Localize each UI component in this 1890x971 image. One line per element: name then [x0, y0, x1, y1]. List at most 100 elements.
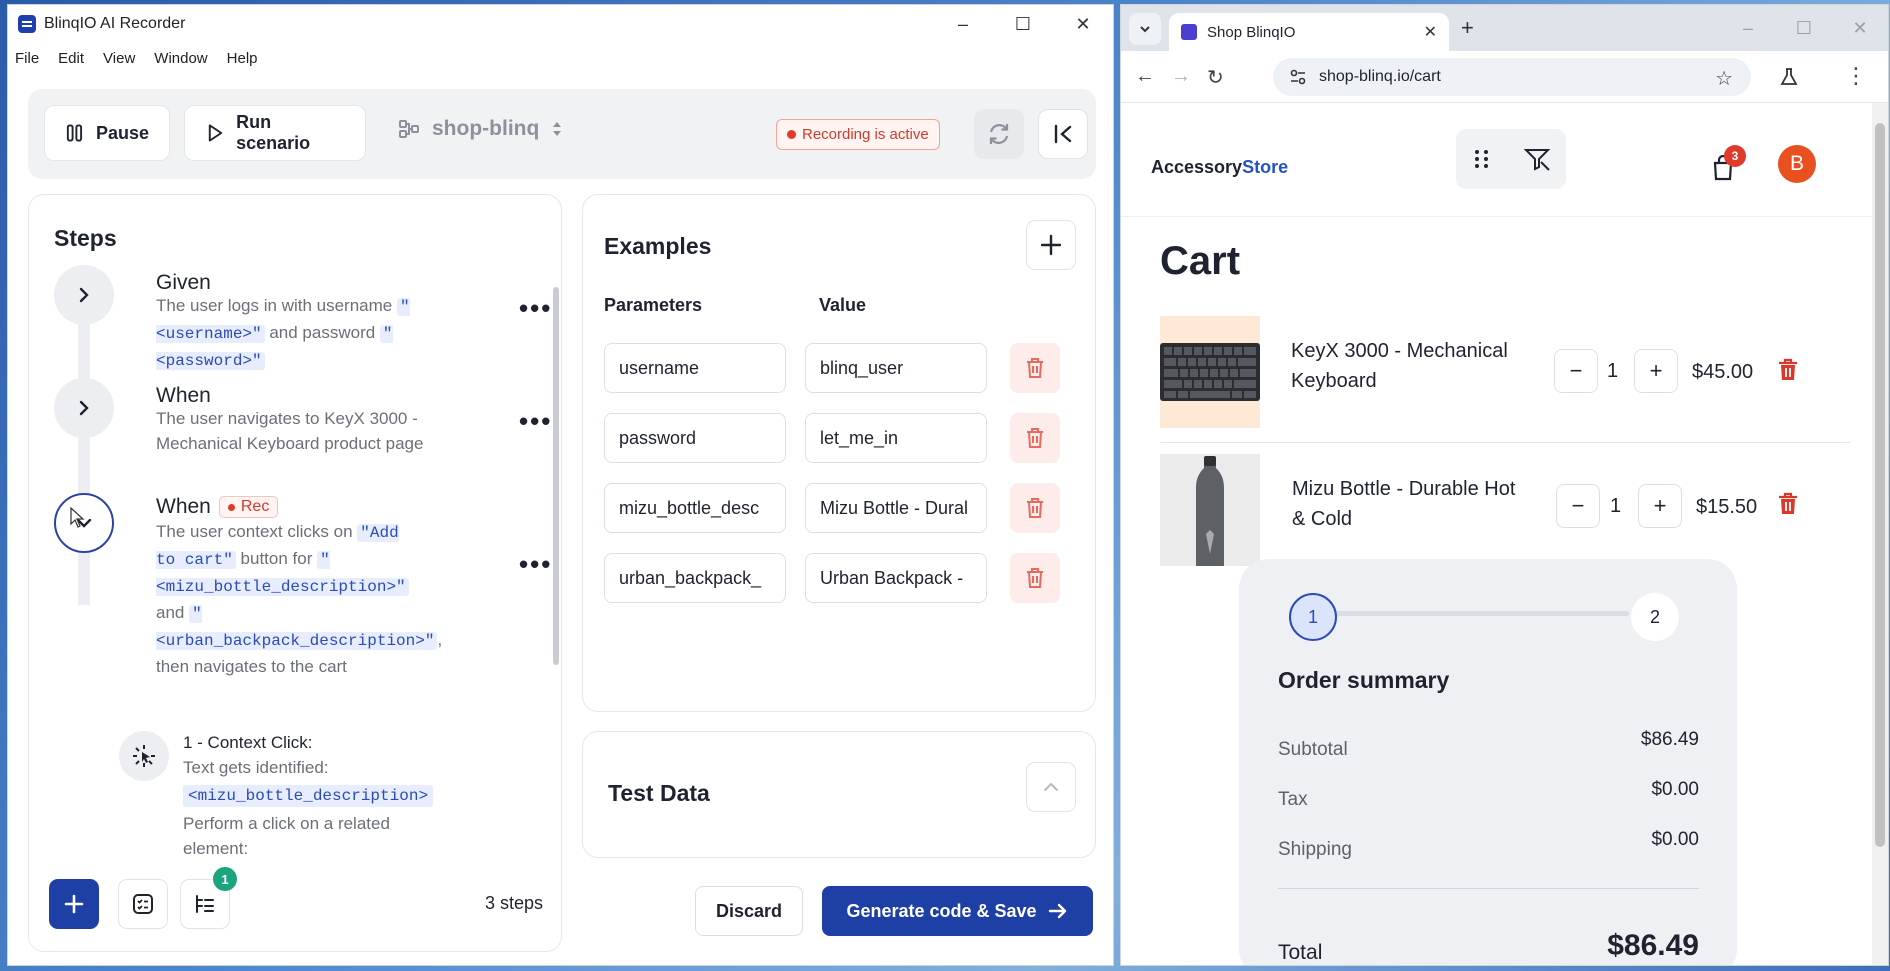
maximize-button[interactable]: ☐: [993, 5, 1053, 43]
project-selector[interactable]: shop-blinq: [398, 117, 575, 141]
mouse-cursor-icon: [70, 507, 85, 528]
browser-close-button[interactable]: ✕: [1832, 5, 1888, 51]
examples-title: Examples: [604, 233, 712, 259]
steps-list: Given The user logs in with username "<u…: [29, 265, 561, 859]
close-window-button[interactable]: ✕: [1053, 5, 1113, 43]
page-scrollbar[interactable]: [1872, 103, 1888, 965]
checklist-icon: [133, 894, 153, 914]
logo-part: Store: [1242, 157, 1289, 177]
collapse-panel-button[interactable]: [1038, 109, 1088, 159]
chevron-up-icon: [1044, 782, 1058, 791]
checkout-step-2[interactable]: 2: [1631, 593, 1679, 641]
scrollbar-thumb[interactable]: [1875, 123, 1885, 847]
item-name[interactable]: KeyX 3000 - Mechanical Keyboard: [1291, 336, 1521, 396]
add-example-button[interactable]: [1026, 220, 1076, 270]
site-info-icon: [1290, 69, 1306, 85]
generate-code-label: Generate code & Save: [846, 900, 1037, 921]
menu-file[interactable]: File: [15, 50, 39, 67]
browser-tab[interactable]: Shop BlinqIO ✕: [1169, 13, 1449, 51]
recorder-toolbar: Pause Run scenario shop-blinq Recording …: [28, 89, 1096, 179]
subtotal-value: $86.49: [1640, 729, 1699, 750]
pause-button[interactable]: Pause: [44, 105, 170, 161]
shop-logo[interactable]: AccessoryStore: [1151, 157, 1288, 178]
examples-panel: Examples Parameters Value username blinq…: [582, 194, 1096, 712]
forward-icon[interactable]: →: [1171, 65, 1191, 88]
play-icon: [208, 124, 223, 142]
delete-param-button[interactable]: [1010, 553, 1060, 603]
delete-param-button[interactable]: [1010, 413, 1060, 463]
menu-window[interactable]: Window: [154, 50, 207, 67]
increase-qty-button[interactable]: +: [1634, 349, 1678, 393]
toggle-test-data-button[interactable]: [1026, 762, 1076, 812]
cart-item: KeyX 3000 - Mechanical Keyboard − 1 + $4…: [1160, 316, 1850, 428]
bookmark-star-icon[interactable]: ☆: [1715, 66, 1733, 91]
expand-step-button[interactable]: [54, 378, 114, 438]
menu-edit[interactable]: Edit: [58, 50, 84, 67]
generate-code-save-button[interactable]: Generate code & Save: [822, 886, 1093, 936]
menu-help[interactable]: Help: [227, 50, 258, 67]
param-value-input[interactable]: Mizu Bottle - Dural: [805, 483, 987, 533]
browser-maximize-button[interactable]: ☐: [1776, 5, 1832, 51]
notification-badge: 1: [213, 867, 237, 891]
trash-icon: [1027, 358, 1043, 378]
close-tab-button[interactable]: ✕: [1424, 22, 1437, 42]
steps-scrollbar[interactable]: [553, 287, 559, 665]
step-keyword: Given: [156, 271, 211, 294]
checkout-step-1[interactable]: 1: [1289, 593, 1337, 641]
decrease-qty-button[interactable]: −: [1554, 349, 1598, 393]
recorder-window: BlinqIO AI Recorder – ☐ ✕ File Edit View…: [7, 4, 1114, 966]
run-scenario-label: Run scenario: [236, 112, 311, 153]
param-value-input[interactable]: blinq_user: [805, 343, 987, 393]
delete-item-icon[interactable]: [1777, 492, 1799, 516]
decrease-qty-button[interactable]: −: [1556, 484, 1600, 528]
filter-icon[interactable]: [1523, 146, 1551, 172]
param-value-input[interactable]: Urban Backpack -: [805, 553, 987, 603]
steps-panel: Steps Given The user logs in with userna…: [28, 194, 562, 952]
param-name-input[interactable]: mizu_bottle_desc: [604, 483, 786, 533]
back-icon[interactable]: ←: [1135, 65, 1155, 88]
substep-line: Text gets identified:: [183, 758, 329, 777]
item-divider: [1160, 442, 1850, 443]
step-text-part: The user context clicks on: [156, 522, 358, 541]
reload-icon[interactable]: ↻: [1207, 65, 1224, 90]
steps-track: [78, 315, 90, 605]
labs-flask-icon[interactable]: [1779, 67, 1799, 87]
param-value-input[interactable]: let_me_in: [805, 413, 987, 463]
item-name[interactable]: Mizu Bottle - Durable Hot & Cold: [1292, 474, 1522, 534]
tab-search-button[interactable]: [1129, 13, 1161, 45]
delete-param-button[interactable]: [1010, 343, 1060, 393]
menu-view[interactable]: View: [103, 50, 135, 67]
grid-dots-icon[interactable]: [1472, 148, 1492, 170]
item-qty: 1: [1610, 495, 1622, 517]
refresh-button[interactable]: [974, 109, 1024, 159]
param-name-input[interactable]: urban_backpack_: [604, 553, 786, 603]
param-chip: <mizu_bottle_description>: [183, 785, 434, 807]
shop-header: AccessoryStore 3 B: [1121, 103, 1874, 217]
browser-menu-icon[interactable]: ⋮: [1845, 63, 1867, 89]
discard-button[interactable]: Discard: [695, 886, 803, 936]
delete-item-icon[interactable]: [1777, 358, 1799, 382]
browser-minimize-button[interactable]: –: [1720, 5, 1776, 51]
expand-step-button[interactable]: [54, 265, 114, 325]
item-price: $45.00: [1692, 361, 1754, 383]
user-avatar[interactable]: B: [1778, 145, 1816, 183]
param-name-input[interactable]: username: [604, 343, 786, 393]
steps-footer: 1 3 steps: [29, 859, 561, 951]
step-menu-button[interactable]: •••: [519, 406, 552, 437]
add-step-button[interactable]: [49, 879, 99, 929]
chevron-right-icon: [79, 287, 89, 303]
new-tab-button[interactable]: +: [1461, 15, 1474, 41]
minimize-button[interactable]: –: [933, 5, 993, 43]
address-bar[interactable]: shop-blinq.io/cart ☆: [1273, 58, 1751, 96]
param-name-input[interactable]: password: [604, 413, 786, 463]
delete-param-button[interactable]: [1010, 483, 1060, 533]
increase-qty-button[interactable]: +: [1638, 484, 1682, 528]
shop-nav: [1456, 129, 1566, 189]
total-label: Total: [1278, 941, 1323, 964]
run-scenario-button[interactable]: Run scenario: [184, 105, 366, 161]
step-menu-button[interactable]: •••: [519, 293, 552, 324]
step-menu-button[interactable]: •••: [519, 549, 552, 580]
checklist-button[interactable]: [118, 879, 168, 929]
plus-icon: [1040, 234, 1062, 256]
list-tree-icon: [196, 895, 214, 913]
